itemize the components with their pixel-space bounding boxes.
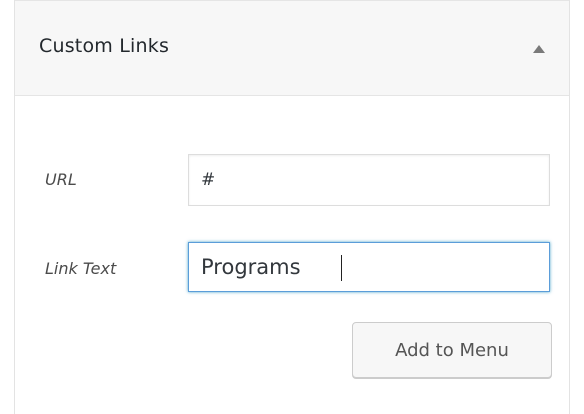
add-to-menu-button[interactable]: Add to Menu (352, 322, 552, 378)
url-input[interactable] (188, 154, 550, 206)
link-text-label: Link Text (45, 259, 117, 278)
panel-title: Custom Links (39, 35, 170, 57)
url-label: URL (45, 170, 77, 189)
triangle-up-icon (533, 45, 545, 53)
custom-links-panel: Custom Links URL Link Text Add to Menu (14, 0, 570, 414)
link-text-input[interactable] (188, 242, 550, 292)
collapse-toggle[interactable] (523, 33, 555, 65)
text-cursor (341, 255, 342, 281)
panel-header[interactable]: Custom Links (15, 0, 569, 96)
